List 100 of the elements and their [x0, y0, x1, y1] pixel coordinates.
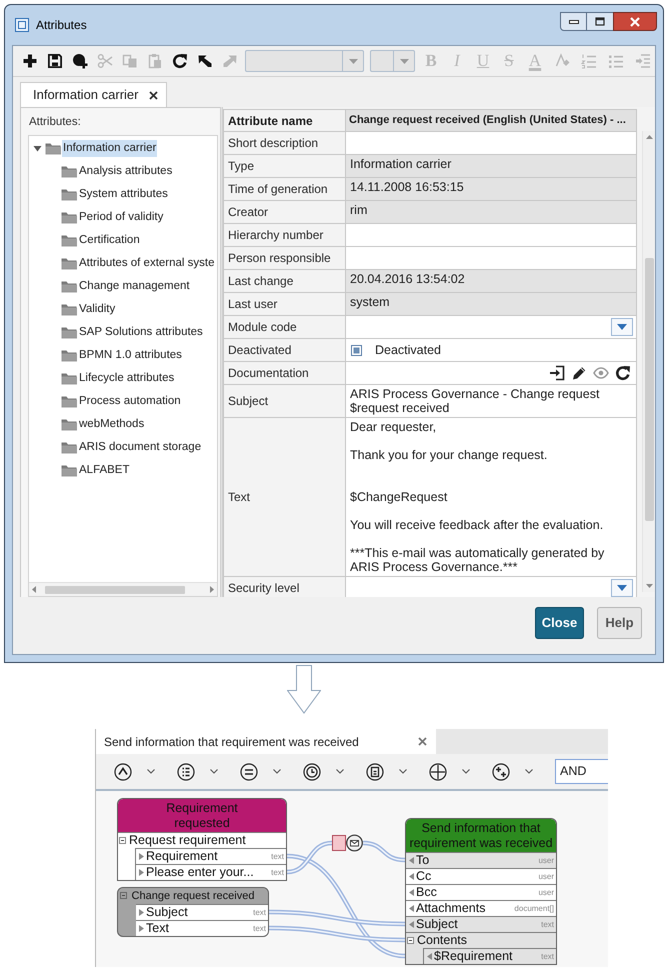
- scrollbar-thumb[interactable]: [644, 258, 654, 521]
- pencil-icon[interactable]: [571, 365, 587, 381]
- folder-icon: [61, 464, 77, 477]
- refresh-icon[interactable]: [615, 365, 631, 381]
- triangle-left-icon: [409, 857, 414, 864]
- port-label: Bcc: [416, 885, 437, 900]
- chevron-down-icon[interactable]: [399, 769, 407, 774]
- attribute-name: Time of generation: [224, 178, 346, 201]
- circle-plus-icon[interactable]: [72, 53, 88, 69]
- equals-circle-icon[interactable]: [240, 762, 258, 780]
- tab[interactable]: Send information that requirement was received: [96, 729, 436, 754]
- folder-icon: [61, 188, 77, 201]
- port-type: text: [270, 868, 284, 878]
- scrollbar-thumb[interactable]: [45, 586, 185, 594]
- close-button[interactable]: Close: [535, 607, 584, 639]
- chevron-down-icon[interactable]: [210, 769, 218, 774]
- port-label: Request requirement: [129, 833, 246, 848]
- plus-circle-icon[interactable]: [429, 762, 447, 780]
- port-type: user: [537, 856, 554, 866]
- dropdown-field[interactable]: [346, 316, 637, 339]
- tab[interactable]: Information carrier: [20, 82, 167, 107]
- folder-icon: [61, 211, 77, 224]
- collapse-icon[interactable]: [120, 892, 127, 899]
- triangle-right-icon: [139, 869, 144, 876]
- operator-combo[interactable]: AND: [555, 759, 608, 784]
- folder-icon: [61, 280, 77, 293]
- port-type: user: [537, 888, 554, 898]
- attribute-value-field[interactable]: [346, 132, 637, 155]
- folder-icon: [61, 349, 77, 362]
- port-label: $Requirement: [434, 949, 513, 964]
- attribute-value-field[interactable]: Dear requester, Thank you for your change request. $ChangeRequest You will receive feedback after the evaluation. ***This e-mail was automatically generated by ARIS Process Governance.***: [346, 418, 637, 577]
- scroll-up-icon[interactable]: [646, 135, 652, 139]
- refresh-icon[interactable]: [172, 53, 188, 69]
- clock-circle-icon[interactable]: [303, 762, 321, 780]
- arrow-into-box-icon[interactable]: [549, 365, 565, 381]
- help-button[interactable]: Help: [597, 607, 642, 639]
- chevron-down-icon[interactable]: [336, 769, 344, 774]
- column-header: Attribute name: [224, 109, 346, 132]
- folder-icon: [61, 303, 77, 316]
- attribute-value-field[interactable]: [346, 224, 637, 247]
- window-title: Attributes: [36, 18, 87, 33]
- dropdown-arrow-button[interactable]: [611, 579, 633, 597]
- maximize-button[interactable]: [587, 12, 613, 31]
- caret-up-circle-icon[interactable]: [114, 762, 132, 780]
- folder-icon: [61, 372, 77, 385]
- close-icon[interactable]: [149, 90, 158, 100]
- collapse-icon[interactable]: [119, 837, 126, 844]
- port-label: Text: [146, 921, 169, 936]
- node-title: Requirement requested: [165, 800, 239, 830]
- collapse-triangle-icon[interactable]: [33, 144, 42, 153]
- down-arrow: [287, 665, 321, 714]
- plus-signs-circle-icon[interactable]: [492, 762, 510, 780]
- window-icon: [14, 17, 30, 33]
- close-button[interactable]: [613, 12, 657, 31]
- chevron-down-icon[interactable]: [147, 769, 155, 774]
- attribute-name: Hierarchy number: [224, 224, 346, 247]
- attribute-value: system: [346, 293, 637, 316]
- triangle-right-icon: [139, 909, 144, 916]
- attribute-value-field[interactable]: [346, 247, 637, 270]
- scroll-left-icon[interactable]: [32, 586, 36, 593]
- folder-icon: [61, 326, 77, 339]
- caret-down-icon: [400, 58, 408, 64]
- chevron-down-icon[interactable]: [273, 769, 281, 774]
- attribute-value-field[interactable]: ARIS Process Governance - Change request $request received: [346, 385, 637, 418]
- save-icon[interactable]: [46, 53, 62, 69]
- dropdown-field[interactable]: [346, 577, 637, 597]
- scroll-right-icon[interactable]: [210, 586, 214, 593]
- dropdown-arrow-button[interactable]: [611, 318, 633, 336]
- attribute-name: Person responsible: [224, 247, 346, 270]
- port-label: Contents: [417, 933, 468, 948]
- document-circle-icon[interactable]: [366, 762, 384, 780]
- attribute-value: 20.04.2016 13:54:02: [346, 270, 637, 293]
- port-label: Subject: [146, 905, 188, 920]
- port-label: Requirement: [146, 849, 218, 864]
- list-circle-icon[interactable]: [177, 762, 195, 780]
- scroll-down-icon[interactable]: [646, 584, 652, 588]
- plus-icon[interactable]: [22, 53, 38, 69]
- maximize-icon: [595, 17, 605, 26]
- checkbox[interactable]: [351, 344, 362, 356]
- minimize-button[interactable]: [560, 12, 587, 31]
- attribute-name: Type: [224, 155, 346, 178]
- caret-down-icon: [617, 324, 627, 330]
- arrow-up-left-icon[interactable]: [196, 53, 212, 69]
- port-type: user: [537, 872, 554, 882]
- chevron-down-icon[interactable]: [462, 769, 470, 774]
- attribute-name: Documentation: [224, 362, 346, 385]
- port-type: text: [252, 908, 266, 918]
- port-type: text: [540, 952, 554, 962]
- attribute-name: Last change: [224, 270, 346, 293]
- tree-item[interactable]: Information carrier: [62, 140, 158, 157]
- folder-icon: [61, 418, 77, 431]
- triangle-left-icon: [409, 889, 414, 896]
- column-header: Change request received (English (United States) - ...: [346, 109, 637, 132]
- chevron-down-icon[interactable]: [525, 769, 533, 774]
- collapse-icon[interactable]: [407, 937, 414, 944]
- port-label: Please enter your...: [146, 865, 254, 880]
- attribute-name: Creator: [224, 201, 346, 224]
- eye-icon[interactable]: [593, 365, 609, 381]
- folder-icon: [61, 234, 77, 247]
- port-type: document[]: [513, 904, 554, 914]
